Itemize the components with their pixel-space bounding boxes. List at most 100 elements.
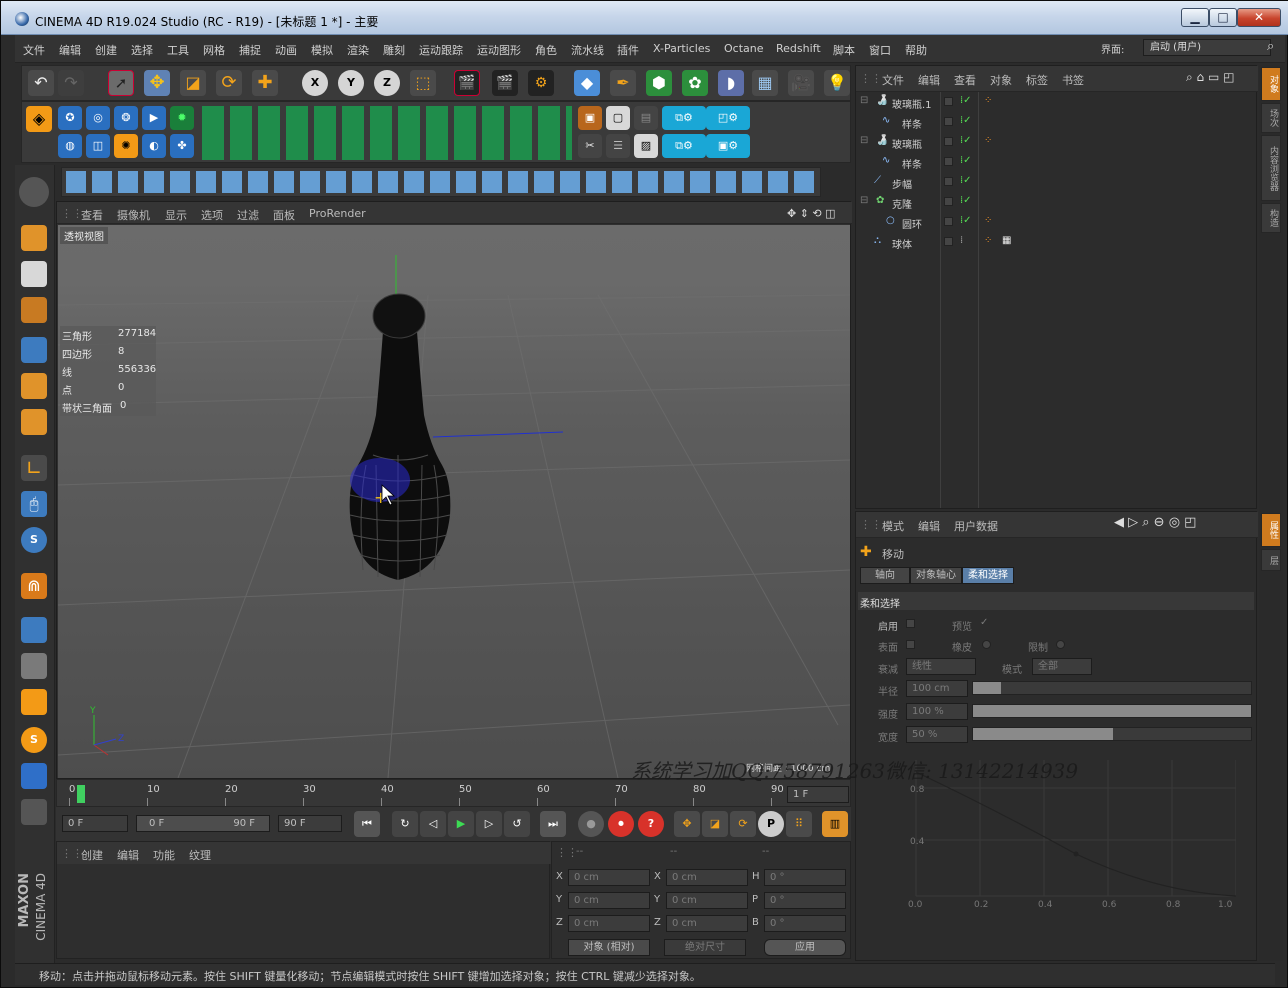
maximize-button[interactable]: □ [1209, 8, 1237, 27]
plugin-blue-7-icon[interactable]: ◐ [142, 134, 166, 158]
frame-range-slider[interactable]: 0 F 90 F [136, 815, 270, 832]
attr-menu-userdata[interactable]: 用户数据 [954, 518, 998, 534]
object-row[interactable]: ⟋ 步幅 ⁞✓ [856, 172, 1258, 192]
layer-icon[interactable] [944, 117, 953, 126]
enable-checkbox[interactable] [906, 619, 915, 628]
tag-icon[interactable]: ⁘ [984, 215, 992, 226]
plugin-heart-icon[interactable] [21, 799, 47, 825]
menu-edit[interactable]: 编辑 [59, 42, 81, 58]
pen-spline-icon[interactable]: ✒ [610, 70, 636, 96]
edges-mode-icon[interactable] [21, 373, 47, 399]
layout-select[interactable]: 启动 (用户) [1143, 39, 1271, 56]
limit-checkbox[interactable] [1056, 640, 1065, 649]
coord-rotation-h[interactable]: 0 ° [764, 869, 846, 886]
subdivision-surface-icon[interactable]: ⬢ [646, 70, 672, 96]
right-tab-takes[interactable]: 场次 [1261, 103, 1281, 133]
viewport-menu-panel[interactable]: 面板 [273, 207, 295, 223]
mode-select[interactable]: 全部 [1032, 658, 1092, 675]
key-position-icon[interactable]: ✥ [674, 811, 700, 837]
plugin-blue-8-icon[interactable]: ✤ [170, 134, 194, 158]
next-frame-icon[interactable]: ▷ [476, 811, 502, 837]
strength-slider[interactable] [972, 704, 1252, 718]
model-mode-icon[interactable] [21, 225, 47, 251]
coord-position-y[interactable]: 0 cm [568, 892, 650, 909]
layer-icon[interactable] [944, 157, 953, 166]
width-field[interactable]: 50 % [906, 726, 968, 743]
auto-key-icon[interactable]: ⏺ [608, 811, 634, 837]
plugin-blue-6-icon[interactable]: ◫ [86, 134, 110, 158]
perspective-view[interactable]: + Y Z 透视视图 三角形 277184 四边形 8 线 556336 点 0… [58, 225, 850, 778]
plugin-cyan-1-icon[interactable]: ⧉⚙ [662, 106, 706, 130]
material-menu-function[interactable]: 功能 [153, 847, 175, 863]
visibility-check-icon[interactable]: ⁞✓ [960, 95, 972, 106]
objmgr-menu-edit[interactable]: 编辑 [918, 72, 940, 88]
coord-size-x[interactable]: 0 cm [666, 869, 748, 886]
viewport-menu-camera[interactable]: 摄像机 [117, 207, 150, 223]
coord-size-z[interactable]: 0 cm [666, 915, 748, 932]
right-tab-attributes[interactable]: 属性 [1261, 513, 1281, 547]
close-button[interactable]: ✕ [1237, 8, 1281, 27]
workplane-icon[interactable] [21, 297, 47, 323]
go-to-end-icon[interactable]: ⏭ [540, 811, 566, 837]
plugin-frame-icon[interactable]: ▢ [606, 106, 630, 130]
object-name[interactable]: 样条 [902, 116, 922, 131]
visibility-check-icon[interactable]: ⁞✓ [960, 115, 972, 126]
camera-object-icon[interactable]: 🎥 [788, 70, 814, 96]
transform-tool-icon[interactable]: ✚ [252, 70, 278, 96]
right-tab-structure[interactable]: 构造 [1261, 203, 1281, 233]
prev-frame-icon[interactable]: ◁ [420, 811, 446, 837]
object-row[interactable]: ⛬ 球体 ⁞ ⁘ ▦ [856, 232, 1258, 252]
viewport-menu-options[interactable]: 选项 [201, 207, 223, 223]
falloff-select[interactable]: 线性 [906, 658, 976, 675]
attr-tab-soft-selection[interactable]: 柔和选择 [962, 567, 1014, 584]
layer-icon[interactable] [944, 177, 953, 186]
menu-render[interactable]: 渲染 [347, 42, 369, 58]
material-tag-checker-icon[interactable]: ▦ [1002, 235, 1011, 246]
coordinate-system-icon[interactable]: ⬚ [410, 70, 436, 96]
keyframe-help-icon[interactable]: ? [638, 811, 664, 837]
right-tab-content-browser[interactable]: 内容浏览器 [1261, 135, 1281, 201]
solo-mode-icon[interactable]: S [21, 527, 47, 553]
plugin-orange-icon[interactable]: ◈ [26, 106, 52, 132]
visibility-check-icon[interactable]: ⁞✓ [960, 195, 972, 206]
menu-create[interactable]: 创建 [95, 42, 117, 58]
visibility-check-icon[interactable]: ⁞✓ [960, 135, 972, 146]
menu-mograph[interactable]: 运动图形 [477, 42, 521, 58]
plugin-gear-orange-icon[interactable]: ✺ [114, 134, 138, 158]
menu-file[interactable]: 文件 [23, 42, 45, 58]
timeline-playhead[interactable] [76, 785, 85, 803]
expand-toggle-icon[interactable]: ⊟ [860, 195, 868, 206]
coord-rotation-p[interactable]: 0 ° [764, 892, 846, 909]
grid-icon[interactable] [21, 653, 47, 679]
layer-icon[interactable] [944, 137, 953, 146]
viewport-menu-display[interactable]: 显示 [165, 207, 187, 223]
object-name[interactable]: 圆环 [902, 216, 922, 231]
object-name[interactable]: 玻璃瓶 [892, 136, 922, 151]
coord-position-z[interactable]: 0 cm [568, 915, 650, 932]
curve-knot[interactable] [1073, 851, 1079, 857]
loop-icon[interactable]: ↻ [392, 811, 418, 837]
undo-icon[interactable]: ↶ [28, 70, 54, 96]
visibility-dots-icon[interactable]: ⁞ [960, 235, 963, 246]
tweak-mode-icon[interactable]: 🖰 [21, 491, 47, 517]
object-row[interactable]: ∿ 样条 ⁞✓ [856, 152, 1258, 172]
coord-apply-button[interactable]: 应用 [764, 939, 846, 956]
timeline-window-icon[interactable]: ▥ [822, 811, 848, 837]
workplane-lock-icon[interactable] [21, 617, 47, 643]
tag-icon[interactable]: ⁘ [984, 95, 992, 106]
layer-icon[interactable] [944, 97, 953, 106]
plugin-green-icon[interactable]: ✹ [170, 106, 194, 130]
viewport-menu-view[interactable]: 查看 [81, 207, 103, 223]
object-name[interactable]: 步幅 [892, 176, 912, 191]
layer-icon[interactable] [944, 197, 953, 206]
menu-window[interactable]: 窗口 [869, 42, 891, 58]
plugin-blue-4-icon[interactable]: ▶ [142, 106, 166, 130]
object-name[interactable]: 玻璃瓶.1 [892, 96, 932, 111]
menu-sculpt[interactable]: 雕刻 [383, 42, 405, 58]
surface-checkbox[interactable] [906, 640, 915, 649]
key-pla-icon[interactable]: ⠿ [786, 811, 812, 837]
material-menu-create[interactable]: 创建 [81, 847, 103, 863]
objmgr-menu-object[interactable]: 对象 [990, 72, 1012, 88]
plugin-drop-icon[interactable] [21, 763, 47, 789]
render-view-icon[interactable]: 🎬 [454, 70, 480, 96]
